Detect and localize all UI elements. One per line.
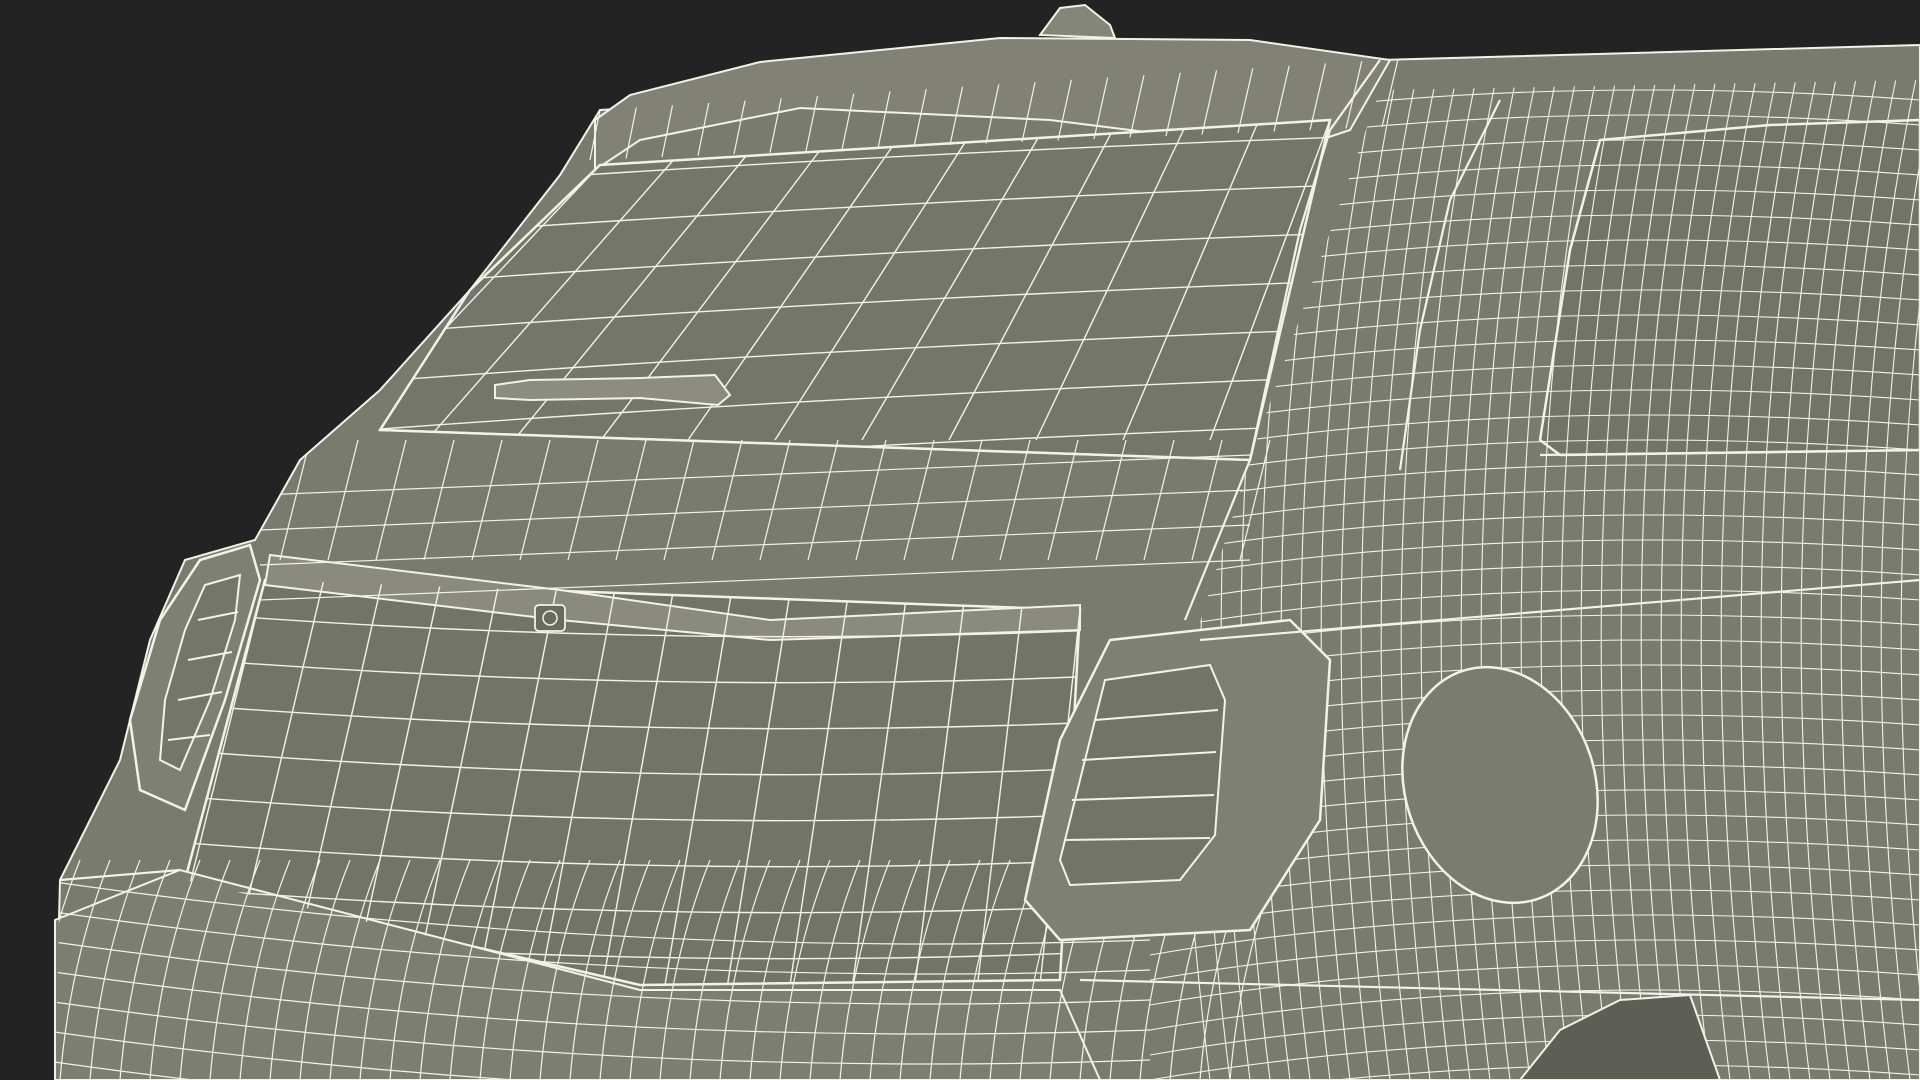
render-viewport: [0, 0, 1920, 1080]
wireframe-car-render: [0, 0, 1920, 1080]
rear-emblem: [534, 604, 566, 632]
